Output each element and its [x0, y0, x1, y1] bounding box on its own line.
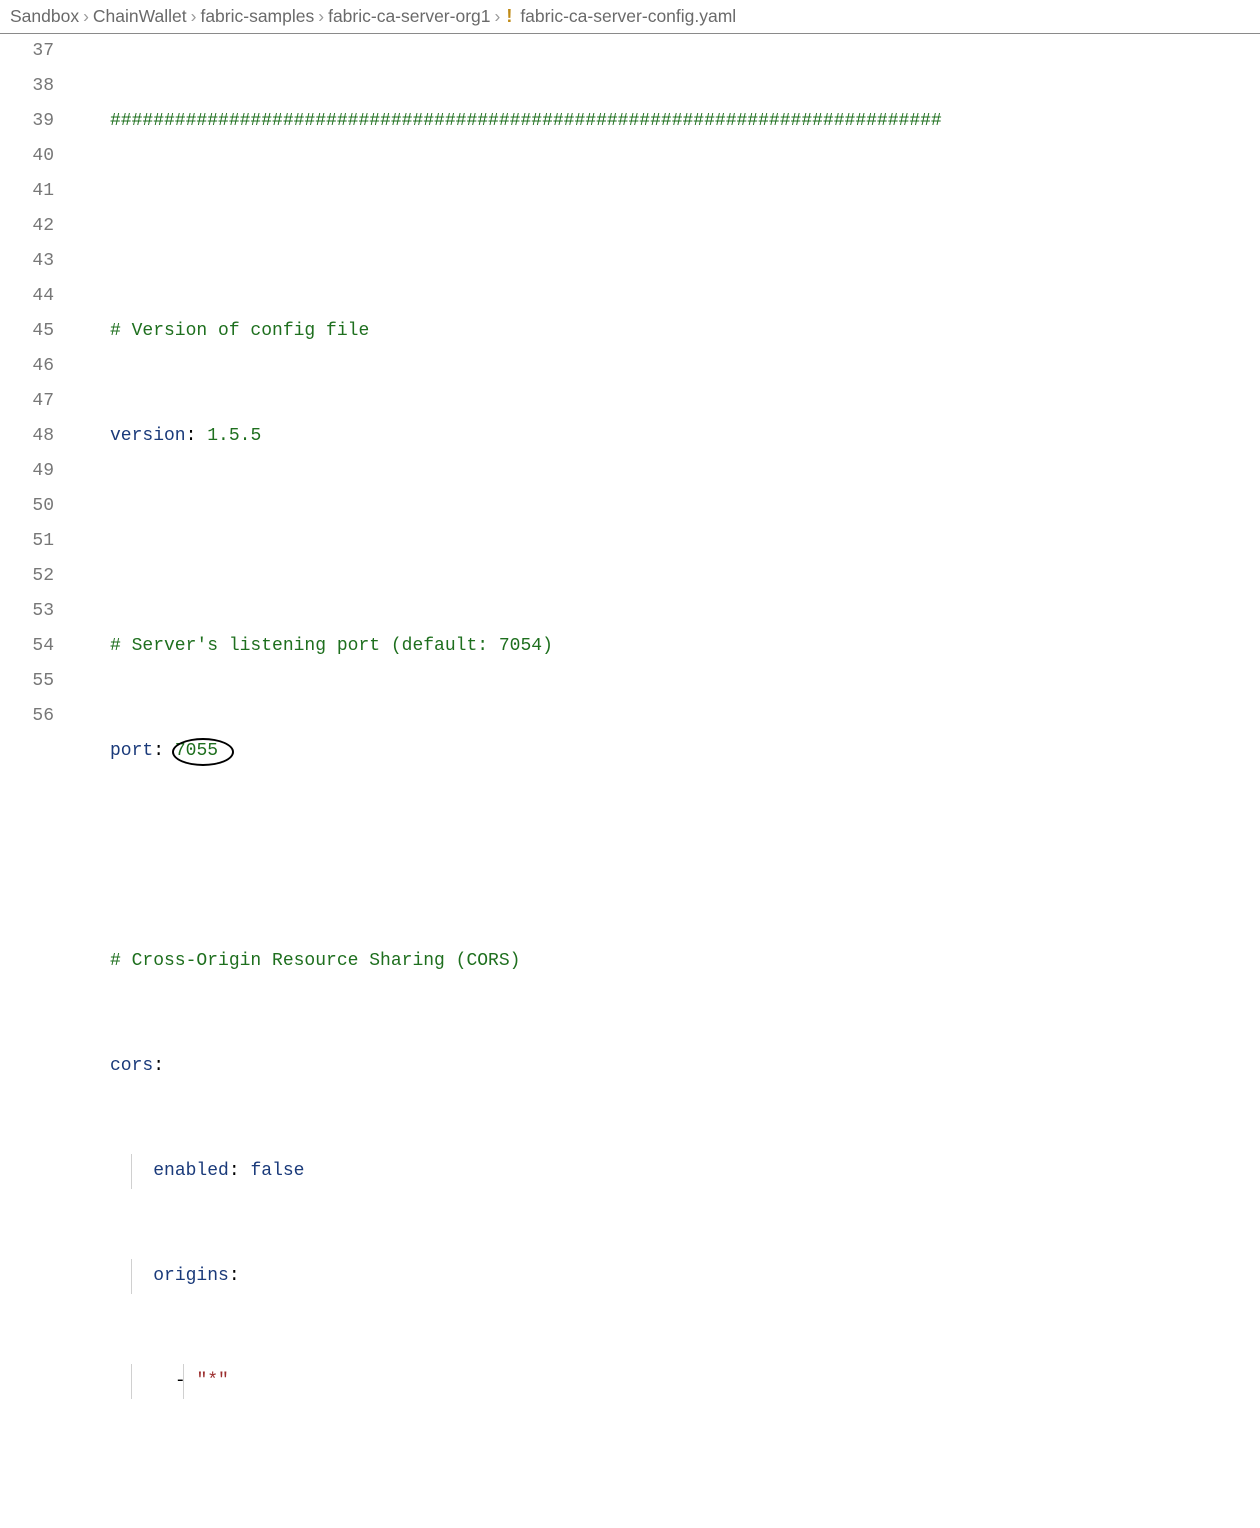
yaml-value: 1.5.5: [207, 426, 261, 446]
yaml-key: origins: [153, 1266, 229, 1286]
code-line[interactable]: version: 1.5.5: [110, 419, 1260, 454]
code-line[interactable]: [110, 1469, 1260, 1504]
breadcrumb-file[interactable]: fabric-ca-server-config.yaml: [520, 6, 736, 27]
code-line[interactable]: ########################################…: [110, 104, 1260, 139]
line-number: 53: [0, 594, 54, 629]
line-number: 56: [0, 699, 54, 734]
comment-text: # Version of config file: [110, 321, 369, 341]
code-line[interactable]: [110, 524, 1260, 559]
yaml-value: false: [250, 1161, 304, 1181]
line-number: 45: [0, 314, 54, 349]
chevron-right-icon: ›: [189, 6, 199, 27]
code-line[interactable]: # Version of config file: [110, 314, 1260, 349]
line-number: 39: [0, 104, 54, 139]
breadcrumb-item[interactable]: ChainWallet: [93, 6, 187, 27]
indent-guide: [183, 1364, 184, 1399]
line-number: 38: [0, 69, 54, 104]
line-number: 40: [0, 139, 54, 174]
line-number: 37: [0, 34, 54, 69]
line-number: 54: [0, 629, 54, 664]
indent-guide: [131, 1364, 132, 1399]
line-number: 47: [0, 384, 54, 419]
colon: :: [229, 1161, 240, 1181]
chevron-right-icon: ›: [492, 6, 502, 27]
line-number: 44: [0, 279, 54, 314]
line-number: 49: [0, 454, 54, 489]
yaml-value: 7055: [175, 741, 218, 761]
code-line[interactable]: enabled: false: [110, 1154, 1260, 1189]
colon: :: [153, 741, 164, 761]
colon: :: [229, 1266, 240, 1286]
yaml-key: port: [110, 741, 153, 761]
breadcrumb-item[interactable]: Sandbox: [10, 6, 79, 27]
code-line[interactable]: # Cross-Origin Resource Sharing (CORS): [110, 944, 1260, 979]
indent-guide: [131, 1259, 132, 1294]
breadcrumb[interactable]: Sandbox › ChainWallet › fabric-samples ›…: [0, 0, 1260, 34]
code-line[interactable]: cors:: [110, 1049, 1260, 1084]
code-line[interactable]: - "*": [110, 1364, 1260, 1399]
chevron-right-icon: ›: [81, 6, 91, 27]
code-line[interactable]: [110, 209, 1260, 244]
comment-text: # Server's listening port (default: 7054…: [110, 636, 553, 656]
line-number: 50: [0, 489, 54, 524]
breadcrumb-item[interactable]: fabric-samples: [200, 6, 314, 27]
yaml-key: enabled: [153, 1161, 229, 1181]
indent-guide: [131, 1154, 132, 1189]
line-number: 41: [0, 174, 54, 209]
line-number: 46: [0, 349, 54, 384]
chevron-right-icon: ›: [316, 6, 326, 27]
yaml-key: cors: [110, 1056, 153, 1076]
line-number: 48: [0, 419, 54, 454]
colon: :: [153, 1056, 164, 1076]
code-line[interactable]: origins:: [110, 1259, 1260, 1294]
line-number: 42: [0, 209, 54, 244]
breadcrumb-item[interactable]: fabric-ca-server-org1: [328, 6, 490, 27]
yaml-key: version: [110, 426, 186, 446]
line-gutter: 37 38 39 40 41 42 43 44 45 46 47 48 49 5…: [0, 34, 78, 1528]
colon: :: [186, 426, 197, 446]
editor[interactable]: 37 38 39 40 41 42 43 44 45 46 47 48 49 5…: [0, 34, 1260, 1528]
comment-text: ########################################…: [110, 111, 942, 131]
code-line[interactable]: # Server's listening port (default: 7054…: [110, 629, 1260, 664]
line-number: 52: [0, 559, 54, 594]
line-number: 55: [0, 664, 54, 699]
code-line[interactable]: [110, 839, 1260, 874]
comment-text: # Cross-Origin Resource Sharing (CORS): [110, 951, 520, 971]
code-content[interactable]: ########################################…: [78, 34, 1260, 1528]
dash: -: [175, 1371, 186, 1391]
yaml-file-icon: !: [506, 6, 512, 27]
yaml-value: "*": [196, 1371, 228, 1391]
line-number: 43: [0, 244, 54, 279]
line-number: 51: [0, 524, 54, 559]
